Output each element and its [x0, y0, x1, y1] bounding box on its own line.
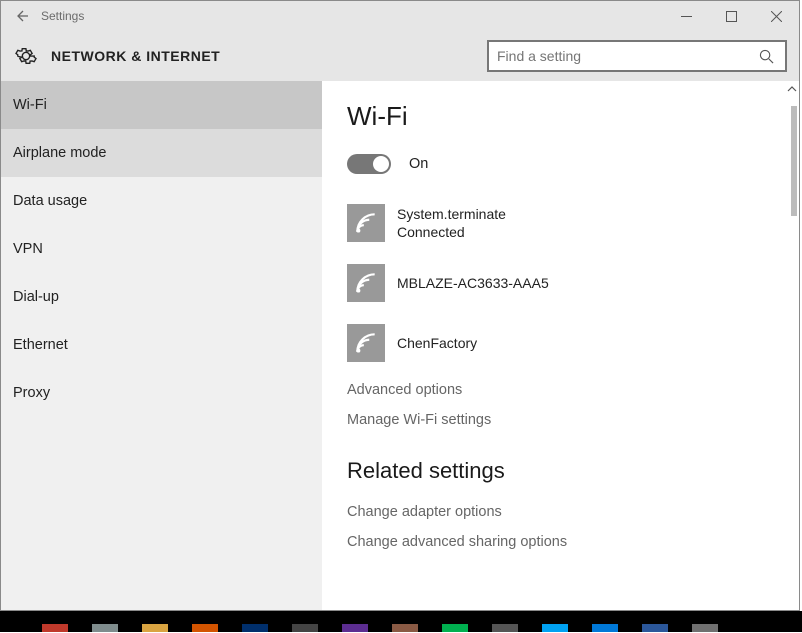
maximize-button[interactable] [709, 1, 754, 31]
taskbar-icon[interactable] [230, 611, 280, 632]
vertical-scrollbar[interactable] [785, 81, 799, 610]
taskbar-icon[interactable] [330, 611, 380, 632]
taskbar-icon[interactable] [580, 611, 630, 632]
taskbar-icon[interactable] [630, 611, 680, 632]
taskbar-icon[interactable] [430, 611, 480, 632]
network-item[interactable]: MBLAZE-AC3633-AAA5 [347, 262, 774, 304]
sidebar: Wi-Fi Airplane mode Data usage VPN Dial-… [1, 81, 322, 610]
taskbar[interactable] [0, 611, 802, 632]
body: Wi-Fi Airplane mode Data usage VPN Dial-… [1, 81, 799, 610]
link-advanced-options[interactable]: Advanced options [347, 382, 774, 398]
taskbar-icon[interactable] [280, 611, 330, 632]
search-icon-wrap[interactable] [757, 49, 775, 64]
sidebar-item-label: Data usage [13, 193, 87, 209]
sidebar-item-ethernet[interactable]: Ethernet [1, 321, 322, 369]
search-box[interactable] [487, 40, 787, 72]
settings-window: Settings NETWORK & INTERNET [0, 0, 800, 611]
toggle-knob [373, 156, 389, 172]
minimize-button[interactable] [664, 1, 709, 31]
network-name: MBLAZE-AC3633-AAA5 [397, 274, 549, 292]
titlebar: Settings [1, 1, 799, 31]
window-title: Settings [41, 9, 84, 23]
link-change-advanced-sharing[interactable]: Change advanced sharing options [347, 534, 774, 550]
window-controls [664, 1, 799, 31]
sidebar-item-label: Dial-up [13, 289, 59, 305]
close-button[interactable] [754, 1, 799, 31]
sidebar-item-vpn[interactable]: VPN [1, 225, 322, 273]
taskbar-icon[interactable] [680, 611, 730, 632]
sidebar-item-airplane-mode[interactable]: Airplane mode [1, 129, 322, 177]
back-button[interactable] [1, 8, 41, 24]
sidebar-item-wifi[interactable]: Wi-Fi [1, 81, 322, 129]
taskbar-icon[interactable] [380, 611, 430, 632]
page-title: NETWORK & INTERNET [51, 48, 220, 64]
arrow-left-icon [13, 8, 29, 24]
minimize-icon [681, 11, 692, 22]
sidebar-item-label: Proxy [13, 385, 50, 401]
settings-gear[interactable] [11, 45, 41, 67]
taskbar-icon[interactable] [130, 611, 180, 632]
sidebar-item-label: VPN [13, 241, 43, 257]
taskbar-icon[interactable] [80, 611, 130, 632]
sidebar-item-proxy[interactable]: Proxy [1, 369, 322, 417]
sidebar-item-data-usage[interactable]: Data usage [1, 177, 322, 225]
link-change-adapter-options[interactable]: Change adapter options [347, 504, 774, 520]
header-row: NETWORK & INTERNET [1, 31, 799, 81]
wifi-toggle-row: On [347, 154, 774, 174]
sidebar-item-label: Ethernet [13, 337, 68, 353]
wifi-toggle-label: On [409, 156, 428, 172]
content: Wi-Fi On System.terminate Connected [322, 81, 799, 610]
search-input[interactable] [497, 48, 757, 64]
close-icon [771, 11, 782, 22]
link-manage-wifi-settings[interactable]: Manage Wi-Fi settings [347, 412, 774, 428]
sidebar-item-label: Wi-Fi [13, 97, 47, 113]
content-heading: Wi-Fi [347, 101, 774, 132]
network-name: ChenFactory [397, 334, 477, 352]
sidebar-item-dial-up[interactable]: Dial-up [1, 273, 322, 321]
wifi-signal-icon [347, 264, 385, 302]
wifi-signal-icon [347, 204, 385, 242]
taskbar-icon[interactable] [180, 611, 230, 632]
maximize-icon [726, 11, 737, 22]
network-item[interactable]: System.terminate Connected [347, 202, 774, 244]
taskbar-icon[interactable] [30, 611, 80, 632]
wifi-signal-icon [347, 324, 385, 362]
sidebar-item-label: Airplane mode [13, 145, 107, 161]
taskbar-icon[interactable] [480, 611, 530, 632]
search-icon [759, 49, 774, 64]
network-item[interactable]: ChenFactory [347, 322, 774, 364]
wifi-toggle[interactable] [347, 154, 391, 174]
scroll-up-arrow-icon[interactable] [785, 81, 799, 96]
related-settings-heading: Related settings [347, 458, 774, 484]
gear-icon [15, 45, 37, 67]
network-name: System.terminate [397, 205, 506, 223]
scrollbar-thumb[interactable] [791, 106, 797, 216]
taskbar-icon[interactable] [530, 611, 580, 632]
network-status: Connected [397, 223, 506, 241]
